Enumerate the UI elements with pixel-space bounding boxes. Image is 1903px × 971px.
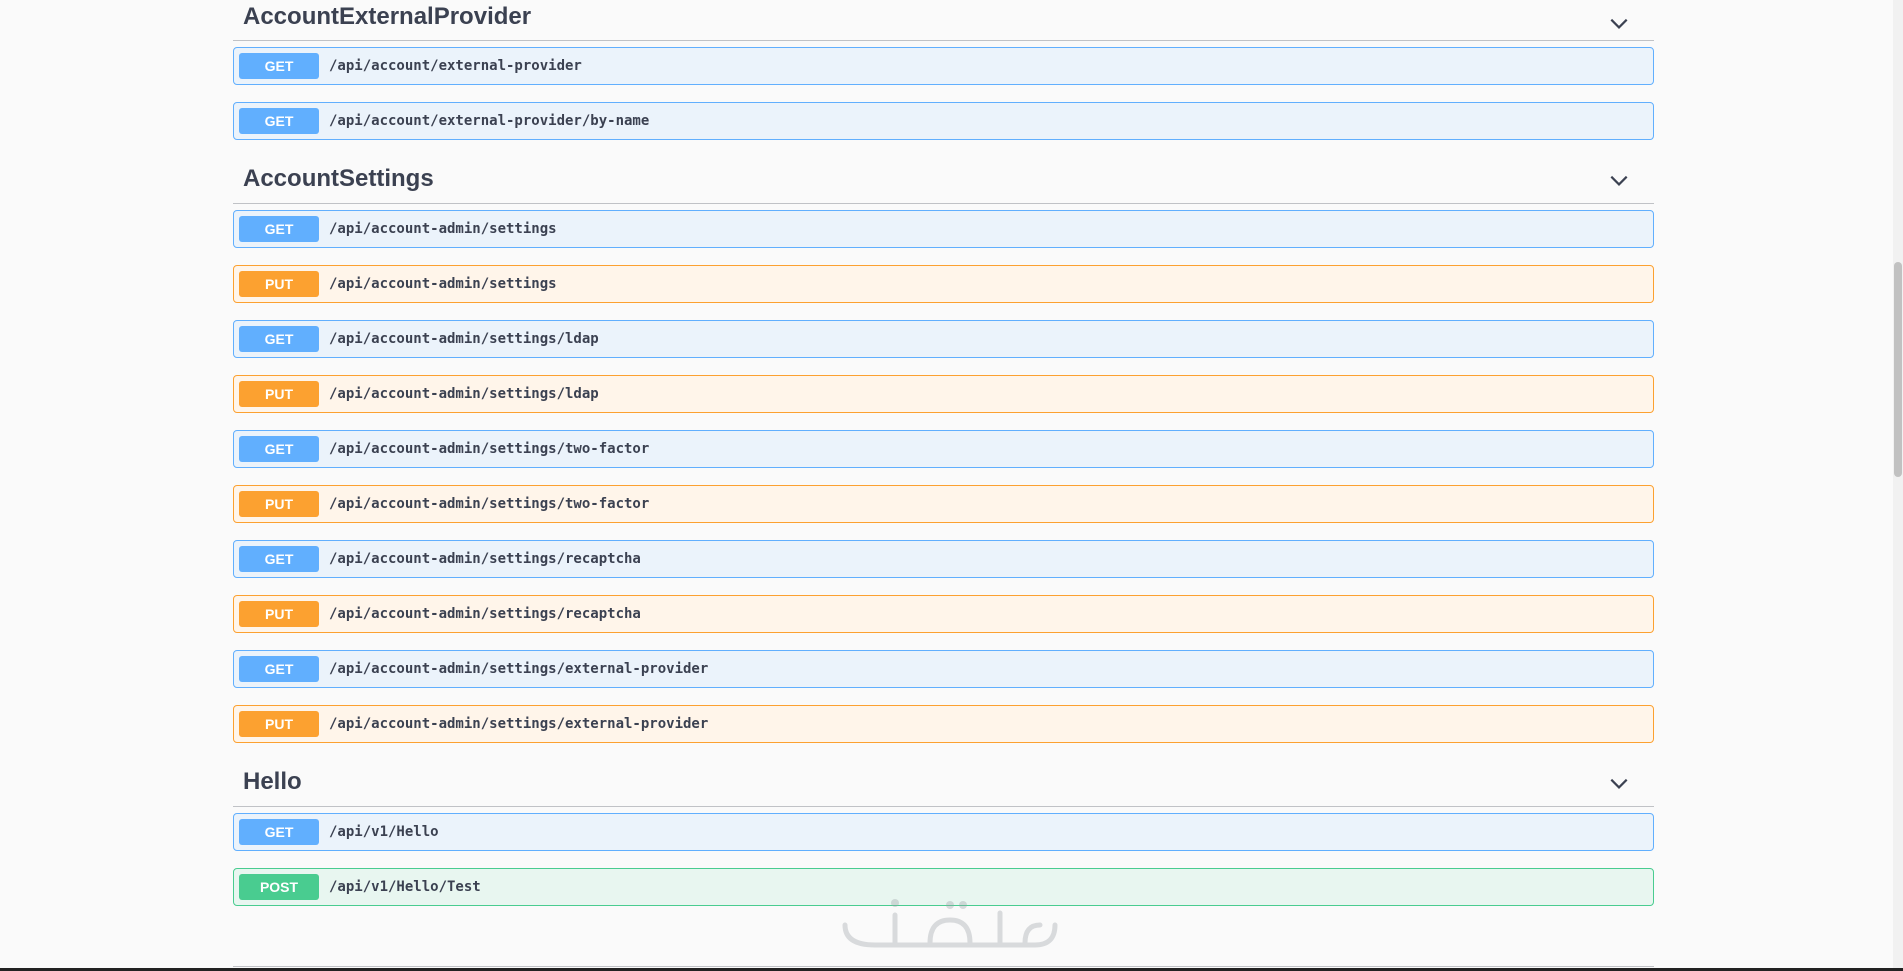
tag-section-hello: Hello GET /api/v1/Hello POST /api/v1/Hel… (233, 758, 1654, 906)
method-badge: GET (239, 53, 319, 79)
method-badge: GET (239, 216, 319, 242)
tag-header-hello[interactable]: Hello (233, 758, 1654, 807)
operation-put-settings-recaptcha[interactable]: PUT /api/account-admin/settings/recaptch… (233, 595, 1654, 633)
watermark-logo (842, 899, 1058, 948)
swagger-page: AccountExternalProvider GET /api/account… (0, 0, 1903, 971)
method-badge: PUT (239, 601, 319, 627)
operation-get-settings[interactable]: GET /api/account-admin/settings (233, 210, 1654, 248)
operation-path: /api/account-admin/settings (329, 276, 557, 292)
method-badge: PUT (239, 711, 319, 737)
method-badge: GET (239, 108, 319, 134)
operation-get-settings-recaptcha[interactable]: GET /api/account-admin/settings/recaptch… (233, 540, 1654, 578)
operation-path: /api/account-admin/settings/ldap (329, 331, 599, 347)
operations-list: AccountExternalProvider GET /api/account… (233, 0, 1654, 923)
operation-path: /api/account-admin/settings (329, 221, 557, 237)
operation-path: /api/account-admin/settings/recaptcha (329, 606, 641, 622)
operation-get-settings-two-factor[interactable]: GET /api/account-admin/settings/two-fact… (233, 430, 1654, 468)
operation-path: /api/account-admin/settings/two-factor (329, 496, 650, 512)
tag-section-account-external-provider: AccountExternalProvider GET /api/account… (233, 0, 1654, 140)
operation-get-external-provider[interactable]: GET /api/account/external-provider (233, 47, 1654, 85)
operation-get-external-provider-by-name[interactable]: GET /api/account/external-provider/by-na… (233, 102, 1654, 140)
scrollbar-thumb[interactable] (1894, 262, 1902, 477)
tag-section-account-settings: AccountSettings GET /api/account-admin/s… (233, 155, 1654, 743)
operation-path: /api/v1/Hello (329, 824, 439, 840)
operation-path: /api/account-admin/settings/external-pro… (329, 661, 709, 677)
tag-title: Hello (243, 768, 302, 795)
operation-path: /api/account-admin/settings/recaptcha (329, 551, 641, 567)
method-badge: PUT (239, 271, 319, 297)
operation-path: /api/account-admin/settings/two-factor (329, 441, 650, 457)
method-badge: GET (239, 656, 319, 682)
method-badge: GET (239, 326, 319, 352)
tag-title: AccountExternalProvider (243, 3, 532, 30)
method-badge: GET (239, 819, 319, 845)
operation-put-settings-external-provider[interactable]: PUT /api/account-admin/settings/external… (233, 705, 1654, 743)
operation-path: /api/account-admin/settings/external-pro… (329, 716, 709, 732)
chevron-down-icon[interactable] (1608, 169, 1630, 191)
method-badge: PUT (239, 491, 319, 517)
chevron-down-icon[interactable] (1608, 12, 1630, 34)
chevron-down-icon[interactable] (1608, 772, 1630, 794)
tag-header-account-external-provider[interactable]: AccountExternalProvider (233, 0, 1654, 41)
operation-get-settings-external-provider[interactable]: GET /api/account-admin/settings/external… (233, 650, 1654, 688)
operation-path: /api/account/external-provider (329, 58, 582, 74)
method-badge: PUT (239, 381, 319, 407)
operation-path: /api/account-admin/settings/ldap (329, 386, 599, 402)
operation-path: /api/v1/Hello/Test (329, 879, 481, 895)
vertical-scrollbar[interactable] (1893, 0, 1903, 971)
method-badge: POST (239, 874, 319, 900)
tag-header-account-settings[interactable]: AccountSettings (233, 155, 1654, 204)
next-section-divider (233, 966, 1654, 967)
operation-put-settings-two-factor[interactable]: PUT /api/account-admin/settings/two-fact… (233, 485, 1654, 523)
method-badge: GET (239, 546, 319, 572)
operation-get-hello[interactable]: GET /api/v1/Hello (233, 813, 1654, 851)
operation-put-settings-ldap[interactable]: PUT /api/account-admin/settings/ldap (233, 375, 1654, 413)
tag-title: AccountSettings (243, 165, 434, 192)
operation-put-settings[interactable]: PUT /api/account-admin/settings (233, 265, 1654, 303)
method-badge: GET (239, 436, 319, 462)
operation-path: /api/account/external-provider/by-name (329, 113, 650, 129)
operation-get-settings-ldap[interactable]: GET /api/account-admin/settings/ldap (233, 320, 1654, 358)
